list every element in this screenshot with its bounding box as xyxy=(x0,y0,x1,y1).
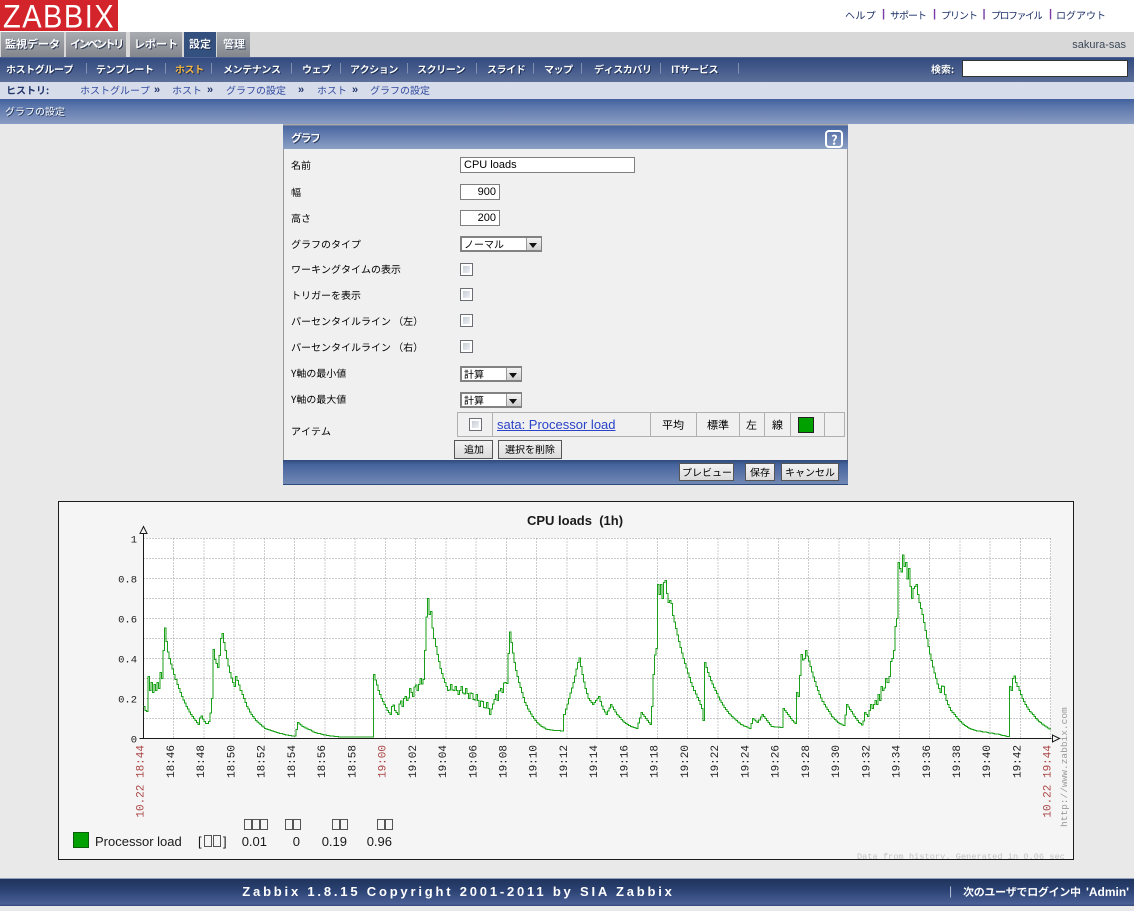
svg-text:19:26: 19:26 xyxy=(771,745,783,778)
svg-text:0: 0 xyxy=(131,735,137,747)
svg-text:18:48: 18:48 xyxy=(196,745,208,778)
svg-text:[: [ xyxy=(198,834,202,849)
svg-text:Data from history. Generated i: Data from history. Generated in 0.06 sec xyxy=(857,852,1065,859)
svg-text:19:10: 19:10 xyxy=(529,745,541,778)
svg-text:19:04: 19:04 xyxy=(438,745,450,778)
svg-text:19:28: 19:28 xyxy=(801,745,813,778)
svg-text:1: 1 xyxy=(131,535,137,547)
svg-text:19:24: 19:24 xyxy=(740,745,752,778)
svg-text:18:46: 18:46 xyxy=(166,745,178,778)
svg-text:19:08: 19:08 xyxy=(499,745,511,778)
svg-text:19:14: 19:14 xyxy=(589,745,601,778)
svg-text:19:30: 19:30 xyxy=(831,745,843,778)
svg-text:0.4: 0.4 xyxy=(118,655,137,667)
svg-text:19:36: 19:36 xyxy=(922,745,934,778)
svg-text:19:02: 19:02 xyxy=(408,745,420,778)
svg-text:18:54: 18:54 xyxy=(287,745,299,778)
svg-text:18:58: 18:58 xyxy=(347,745,359,778)
svg-text:0.8: 0.8 xyxy=(118,575,137,587)
svg-text:19:42: 19:42 xyxy=(1012,745,1024,778)
svg-text:0.2: 0.2 xyxy=(118,695,137,707)
svg-text:0.19: 0.19 xyxy=(322,834,347,849)
svg-text:0: 0 xyxy=(293,834,300,849)
svg-text:19:22: 19:22 xyxy=(710,745,722,778)
svg-text:Processor load: Processor load xyxy=(95,834,182,849)
svg-text:19:00: 19:00 xyxy=(378,745,390,778)
svg-text:http://www.zabbix.com: http://www.zabbix.com xyxy=(1059,707,1070,827)
svg-text:19:34: 19:34 xyxy=(892,745,904,778)
svg-text:19:38: 19:38 xyxy=(952,745,964,778)
svg-text:10.22 19:44: 10.22 19:44 xyxy=(1043,745,1055,818)
svg-text:19:12: 19:12 xyxy=(559,745,571,778)
svg-text:0.96: 0.96 xyxy=(367,834,392,849)
svg-text:19:16: 19:16 xyxy=(619,745,631,778)
svg-text:18:50: 18:50 xyxy=(226,745,238,778)
svg-text:19:20: 19:20 xyxy=(680,745,692,778)
svg-text:10.22 18:44: 10.22 18:44 xyxy=(136,745,148,818)
svg-text:19:06: 19:06 xyxy=(468,745,480,778)
svg-text:18:52: 18:52 xyxy=(257,745,269,778)
svg-text:0.01: 0.01 xyxy=(242,834,267,849)
svg-text:]: ] xyxy=(223,834,227,849)
svg-text:19:32: 19:32 xyxy=(861,745,873,778)
svg-text:18:56: 18:56 xyxy=(317,745,329,778)
svg-text:0.6: 0.6 xyxy=(118,615,137,627)
svg-text:19:40: 19:40 xyxy=(982,745,994,778)
svg-text:19:18: 19:18 xyxy=(650,745,662,778)
svg-text:CPU loads (1h): CPU loads (1h) xyxy=(527,513,623,528)
